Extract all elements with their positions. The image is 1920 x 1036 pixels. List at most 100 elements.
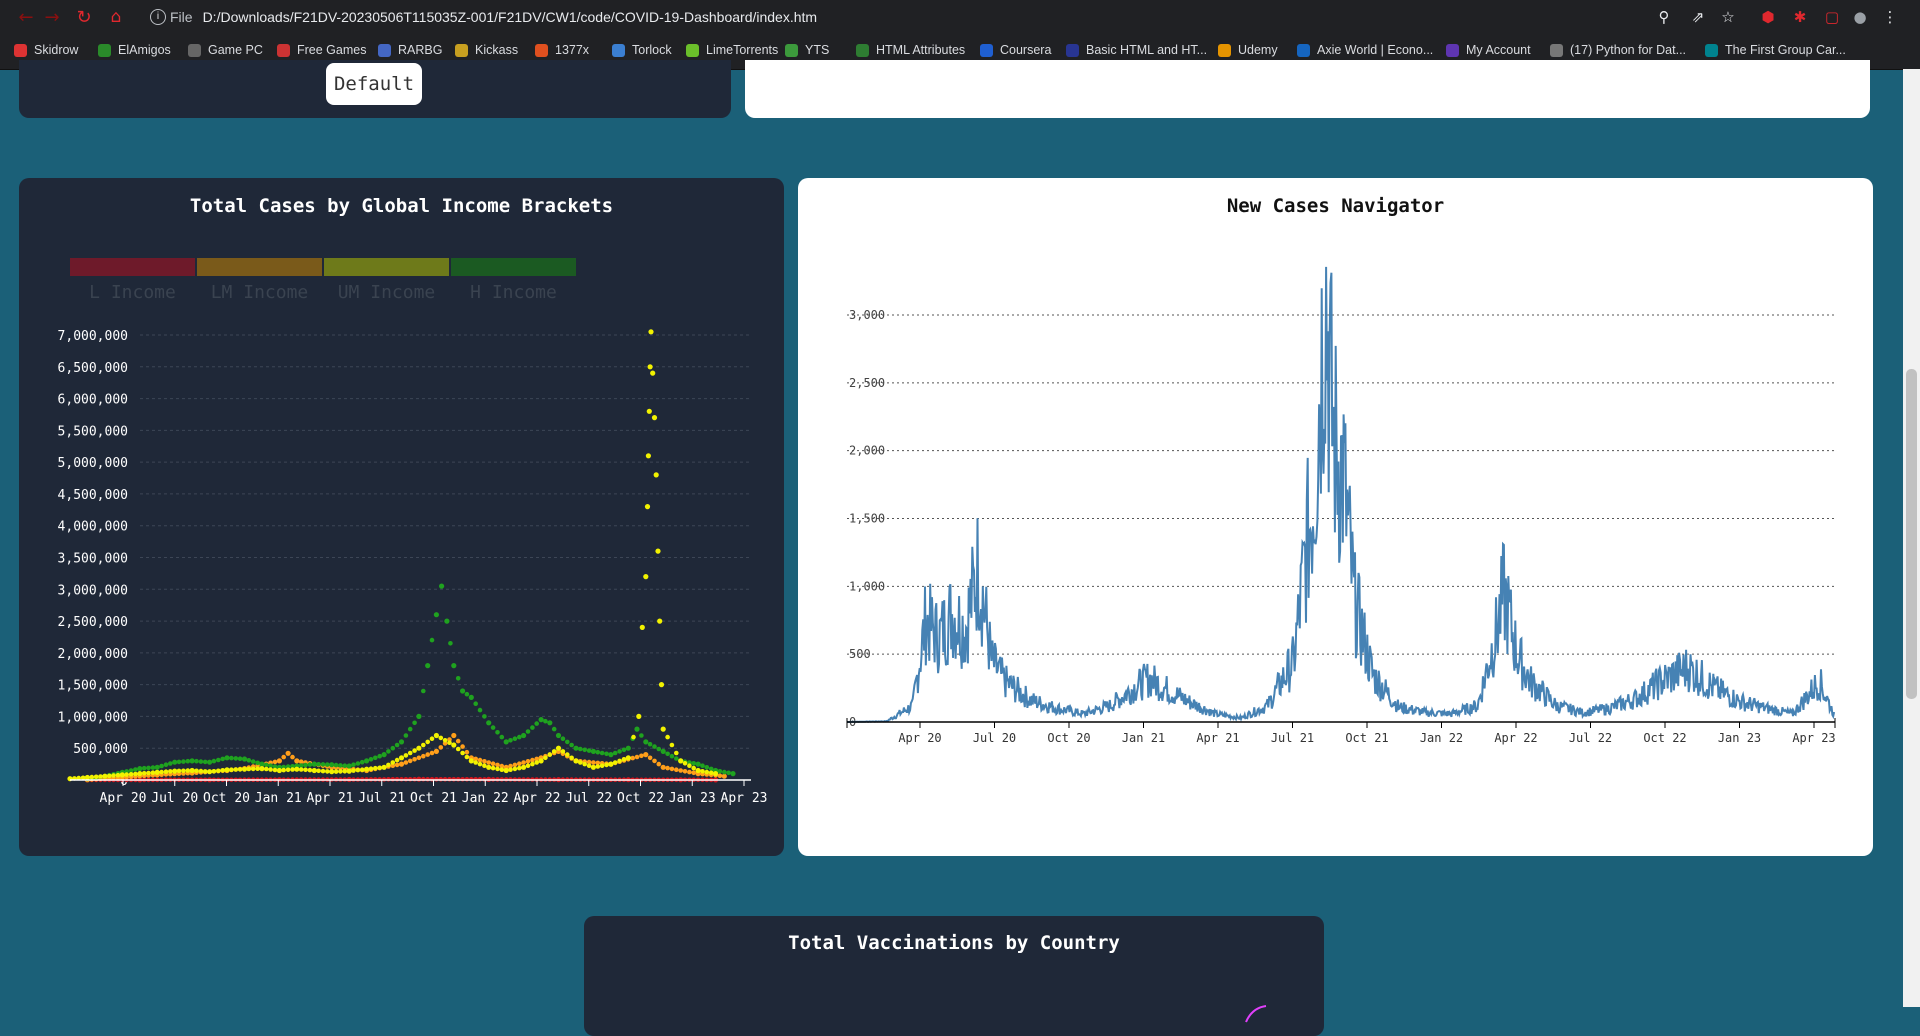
bookmark-15[interactable]: My Account [1446, 41, 1531, 59]
data-point [657, 618, 663, 624]
data-point [643, 739, 649, 745]
data-point [163, 769, 169, 774]
bookmark-11[interactable]: Coursera [980, 41, 1051, 59]
bookmark-8[interactable]: LimeTorrents [686, 41, 778, 59]
data-point [451, 732, 457, 739]
bookmark-5[interactable]: Kickass [455, 41, 518, 59]
profile-icon[interactable]: ● [1848, 5, 1872, 29]
data-point [351, 762, 356, 767]
data-point [386, 749, 391, 754]
data-point [133, 767, 138, 772]
bookmark-1[interactable]: ElAmigos [98, 41, 171, 59]
x-tick-label: Apr 20 [100, 791, 147, 806]
data-point [181, 759, 186, 764]
scrollbar-thumb[interactable] [1906, 369, 1917, 699]
data-point [325, 769, 330, 774]
y-tick-label: 1,500 [849, 512, 885, 526]
data-point [631, 734, 636, 740]
data-point [333, 769, 339, 774]
bookmark-14[interactable]: Axie World | Econo... [1297, 41, 1433, 59]
data-point [455, 746, 461, 752]
data-point [604, 762, 609, 768]
home-icon[interactable]: ⌂ [104, 5, 128, 29]
data-point [250, 759, 256, 764]
forward-icon[interactable]: → [40, 5, 64, 29]
data-point [433, 732, 439, 739]
bookmark-9[interactable]: YTS [785, 41, 829, 59]
bookmark-6[interactable]: 1377x [535, 41, 589, 59]
data-point [665, 765, 670, 771]
data-point [660, 764, 666, 770]
x-tick-label: Oct 20 [203, 791, 250, 806]
default-button[interactable]: Default [326, 63, 422, 105]
url-text[interactable]: D:/Downloads/F21DV-20230506T115035Z-001/… [203, 9, 818, 25]
data-point [499, 734, 505, 740]
data-point [455, 738, 461, 744]
data-point [674, 750, 679, 756]
data-point [565, 752, 570, 757]
data-point [298, 767, 304, 772]
data-point [695, 767, 701, 774]
bookmark-label: Game PC [208, 43, 263, 57]
bookmark-2[interactable]: Game PC [188, 41, 263, 59]
bookmark-label: LimeTorrents [706, 43, 779, 57]
extensions-icon[interactable]: ✱ [1788, 5, 1812, 29]
data-point [433, 612, 439, 618]
data-point [647, 741, 653, 747]
navigator-chart[interactable]: 05001,0001,5002,0002,5003,000Apr 20 Jul 2… [798, 178, 1873, 856]
back-icon[interactable]: ← [14, 5, 38, 29]
bookmark-4[interactable]: RARBG [378, 41, 442, 59]
star-icon[interactable]: ☆ [1716, 5, 1740, 29]
data-point [464, 749, 470, 755]
data-point [521, 760, 526, 765]
data-point [658, 682, 665, 688]
bookmark-12[interactable]: Basic HTML and HT... [1066, 41, 1207, 59]
data-point [590, 764, 597, 770]
data-point [325, 762, 330, 767]
x-tick-label: Apr 22 [1494, 731, 1537, 745]
zoom-icon[interactable]: ⚲ [1652, 5, 1676, 29]
data-point [298, 763, 304, 768]
data-point [460, 688, 466, 694]
y-tick-label: 3,500,000 [58, 552, 128, 567]
data-point [290, 754, 295, 760]
data-point [185, 768, 191, 773]
data-point [573, 758, 579, 764]
data-point [646, 408, 652, 414]
bookmark-13[interactable]: Udemy [1218, 41, 1278, 59]
data-point [359, 759, 365, 765]
x-tick-label: Jan 23 [1718, 731, 1761, 745]
y-tick-label: 2,500,000 [58, 615, 128, 630]
reload-icon[interactable]: ↻ [72, 5, 96, 29]
bookmark-3[interactable]: Free Games [277, 41, 366, 59]
data-point [691, 765, 696, 771]
data-point [517, 765, 522, 771]
adblock-icon[interactable]: ⬢ [1756, 5, 1780, 29]
info-icon[interactable]: i [150, 9, 166, 25]
data-point [590, 748, 597, 755]
data-point [303, 762, 308, 768]
address-bar[interactable]: i File D:/Downloads/F21DV-20230506T11503… [150, 5, 817, 29]
data-point [595, 764, 601, 769]
data-point [311, 767, 317, 774]
bookmark-10[interactable]: HTML Attributes [856, 41, 965, 59]
sidepanel-icon[interactable]: ▢ [1820, 5, 1844, 29]
data-point [547, 720, 553, 726]
data-point [381, 752, 387, 758]
data-point [281, 754, 287, 760]
data-point [320, 768, 326, 774]
menu-icon[interactable]: ⋮ [1878, 5, 1902, 29]
share-icon[interactable]: ⇗ [1686, 5, 1710, 29]
page-scrollbar[interactable] [1903, 69, 1920, 1007]
data-point [691, 770, 696, 776]
bookmark-favicon-icon [378, 43, 391, 57]
x-tick-label: Jul 20 [151, 791, 198, 806]
bookmark-label: Torlock [632, 43, 672, 57]
y-tick-label: 500 [849, 647, 871, 661]
bookmark-7[interactable]: Torlock [612, 41, 672, 59]
bookmark-0[interactable]: Skidrow [14, 41, 78, 59]
data-point [185, 758, 191, 764]
bookmark-17[interactable]: The First Group Car... [1705, 41, 1846, 59]
data-point [346, 768, 352, 774]
bookmark-16[interactable]: (17) Python for Dat... [1550, 41, 1686, 59]
